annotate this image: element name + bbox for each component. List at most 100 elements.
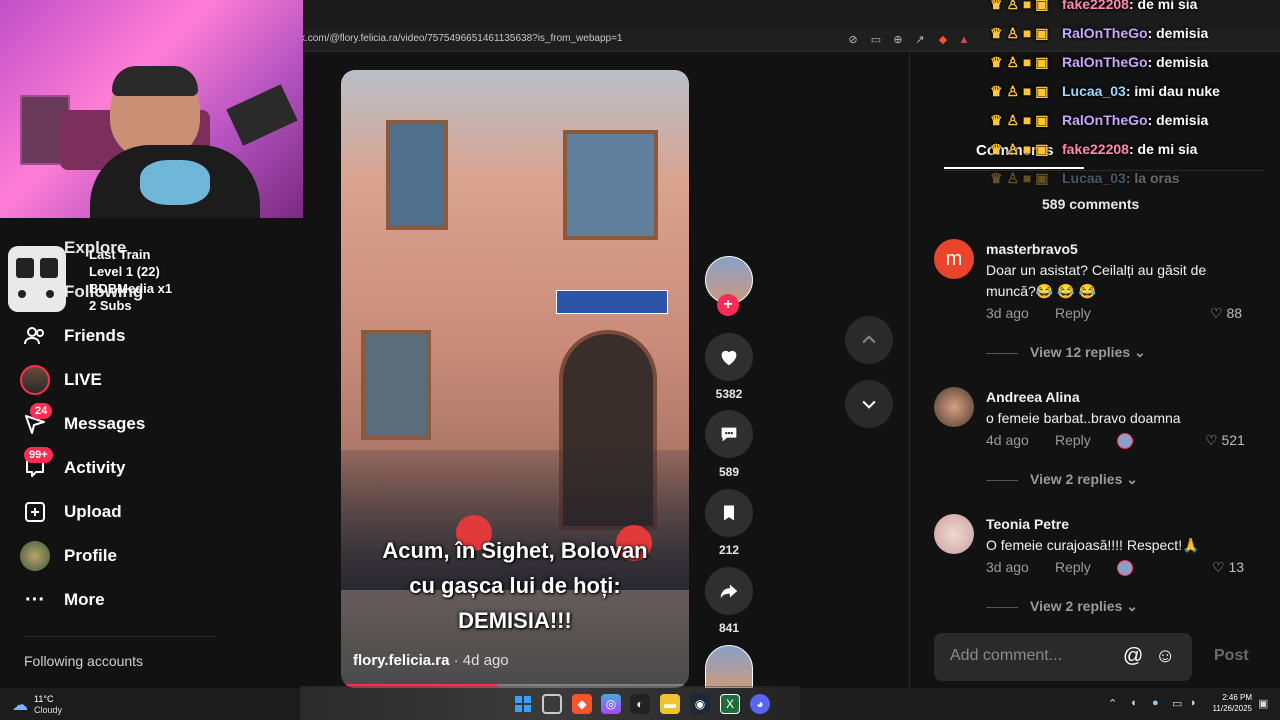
comment-text: O femeie curajoasă!!!! Respect!🙏 [986, 537, 1200, 553]
chat-message: ♛ ♙ ■ ▣ Lucaa_03: la oras [990, 170, 1180, 187]
file-explorer-icon[interactable]: ▬ [660, 694, 680, 714]
microphone-icon[interactable]: ● [1152, 697, 1159, 709]
sidebar-item-label: Upload [64, 502, 122, 521]
comment-like-button[interactable]: ♡ 88 [1210, 305, 1242, 322]
mute-icon[interactable]: ⊘ [845, 32, 861, 48]
cast-icon[interactable]: ▭ [868, 32, 884, 48]
video-player[interactable]: Acum, în Sighet, Bolovan cu gașca lui de… [341, 70, 689, 688]
creator-liked-avatar [1117, 560, 1133, 576]
save-button[interactable] [705, 489, 753, 537]
sidebar-item-following[interactable]: Following [64, 274, 143, 310]
mention-icon[interactable]: @ [1123, 645, 1143, 668]
chat-badges-icon: ♛ ♙ ■ ▣ [990, 25, 1049, 41]
chat-badges-icon: ♛ ♙ ■ ▣ [990, 141, 1049, 157]
chat-text: demisia [1156, 54, 1209, 70]
sidebar-item-live[interactable]: LIVE [20, 362, 102, 398]
view-replies-button[interactable]: View 2 replies ⌄ [986, 598, 1138, 615]
notification-icon[interactable]: ▣ [1258, 697, 1268, 710]
heart-outline-icon: ♡ [1205, 432, 1218, 448]
comment-like-button[interactable]: ♡ 521 [1205, 432, 1245, 449]
chat-text: imi dau nuke [1134, 83, 1220, 99]
chat-badges-icon: ♛ ♙ ■ ▣ [990, 170, 1049, 186]
comment-button[interactable] [705, 410, 753, 458]
avatar[interactable] [934, 514, 974, 554]
network-icon[interactable]: ▭ [1172, 697, 1182, 710]
like-button[interactable] [705, 333, 753, 381]
share-page-icon[interactable]: ↗ [912, 32, 928, 48]
tray-chevron-icon[interactable]: ⌃ [1108, 697, 1117, 710]
comment-username[interactable]: Andreea Alina [986, 389, 1080, 405]
sidebar-item-label: Profile [64, 546, 117, 565]
share-count: 841 [718, 621, 740, 635]
chat-username: Lucaa_03 [1062, 170, 1126, 186]
chat-username: fake22208 [1062, 141, 1129, 157]
task-view-icon[interactable] [542, 694, 562, 714]
sidebar-item-upload[interactable]: Upload [20, 494, 122, 530]
chat-separator: : [1147, 25, 1157, 41]
volume-icon[interactable]: ◗ [1190, 697, 1197, 709]
school-sign [556, 290, 668, 314]
emoji-icon[interactable]: ☺ [1155, 645, 1175, 668]
sidebar-item-more[interactable]: ··· More [20, 582, 105, 618]
video-author[interactable]: flory.felicia.ra [353, 652, 449, 669]
cloud-icon: ☁ [12, 697, 28, 714]
sidebar-item-label: Friends [64, 326, 126, 345]
speaker-icon[interactable]: ◖ [1130, 697, 1137, 709]
add-comment-input[interactable]: Add comment... @ ☺ [934, 633, 1192, 681]
chat-separator: : [1147, 112, 1157, 128]
discord-icon[interactable]: ◕ [750, 694, 770, 714]
crowd [341, 450, 689, 590]
chat-message: ♛ ♙ ■ ▣ RalOnTheGo: demisia [990, 25, 1208, 42]
avatar[interactable]: m [934, 239, 974, 279]
chat-username: Lucaa_03 [1062, 83, 1126, 99]
chevron-down-icon: ⌄ [1126, 471, 1138, 487]
building-window [563, 130, 658, 240]
copilot-icon[interactable]: ◎ [601, 694, 621, 714]
activity-badge: 99+ [24, 447, 53, 463]
share-icon [720, 584, 738, 599]
reply-button[interactable]: Reply [1055, 559, 1091, 575]
zoom-icon[interactable]: ⊕ [890, 32, 906, 48]
brave-browser-icon[interactable]: ◆ [572, 694, 592, 714]
comment-like-button[interactable]: ♡ 13 [1212, 559, 1244, 576]
sidebar-item-profile[interactable]: Profile [20, 538, 117, 574]
previous-video-button[interactable] [845, 316, 893, 364]
view-replies-label: View 12 replies [1030, 344, 1131, 360]
weather-desc: Cloudy [34, 705, 63, 715]
reply-button[interactable]: Reply [1055, 305, 1091, 321]
brave-shield-icon[interactable]: ◆ [935, 32, 951, 48]
reply-button[interactable]: Reply [1055, 432, 1091, 448]
sidebar-item-friends[interactable]: Friends [20, 318, 125, 354]
clock-date: 11/26/2025 [1212, 704, 1252, 713]
windows-start-icon[interactable] [513, 694, 533, 714]
view-replies-button[interactable]: View 2 replies ⌄ [986, 471, 1138, 488]
sidebar-item-messages[interactable]: 24 Messages [20, 403, 146, 442]
avatar[interactable] [934, 387, 974, 427]
chat-text: la oras [1134, 170, 1180, 186]
excel-icon[interactable]: X [720, 694, 740, 714]
next-video-button[interactable] [845, 380, 893, 428]
follow-plus-icon[interactable]: + [717, 294, 739, 316]
share-button[interactable] [705, 567, 753, 615]
post-button[interactable]: Post [1214, 647, 1249, 665]
comment-username[interactable]: Teonia Petre [986, 516, 1069, 532]
view-replies-button[interactable]: View 12 replies ⌄ [986, 344, 1146, 361]
sidebar-item-explore[interactable]: Explore [64, 230, 126, 266]
chat-message: ♛ ♙ ■ ▣ RalOnTheGo: demisia [990, 54, 1208, 71]
sidebar-item-label: Messages [64, 414, 146, 433]
webcam-overlay [0, 0, 303, 218]
save-count: 212 [718, 543, 740, 557]
chevron-up-icon [862, 335, 876, 344]
clock-time[interactable]: 2:46 PM [1218, 693, 1252, 702]
url-text[interactable]: k.com/@flory.felicia.ra/video/7575496651… [300, 33, 623, 44]
comment-age: 3d ago [986, 559, 1029, 575]
steam-icon[interactable]: ◉ [690, 694, 710, 714]
app-icon[interactable]: ◐ [630, 694, 650, 714]
weather-temp[interactable]: 11°C [34, 694, 53, 704]
brave-rewards-icon[interactable]: ▲ [956, 32, 972, 48]
comment-username[interactable]: masterbravo5 [986, 241, 1078, 257]
music-disc[interactable] [705, 645, 753, 688]
comment-text: Doar un asistat? Ceilalți au găsit de mu… [986, 262, 1207, 299]
sidebar-item-activity[interactable]: 99+ Activity [20, 447, 125, 486]
chevron-down-icon: ⌄ [1134, 344, 1146, 360]
